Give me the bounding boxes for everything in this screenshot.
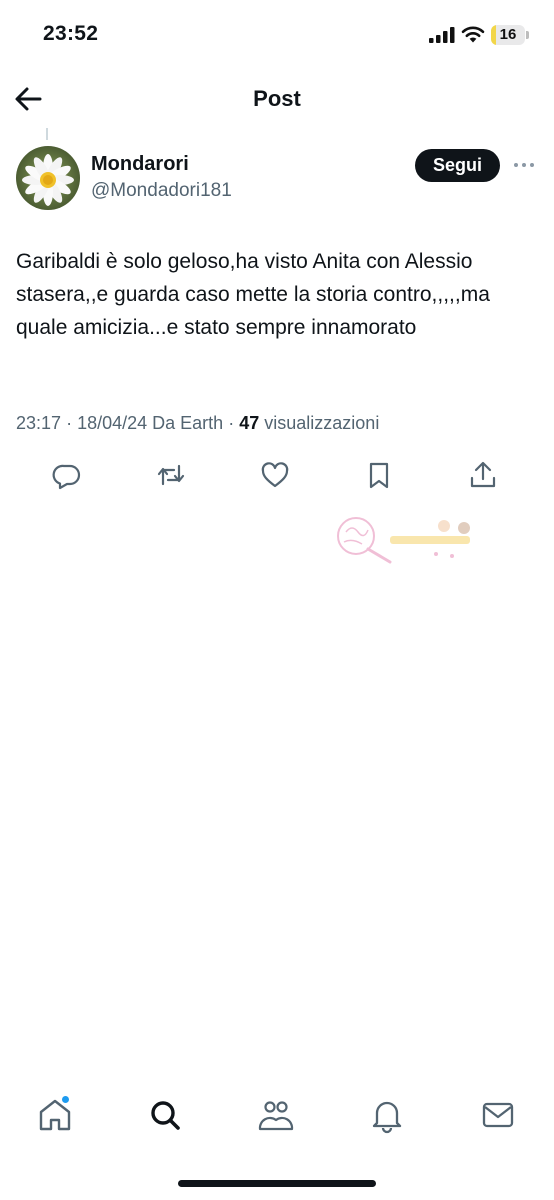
tab-communities[interactable] (256, 1095, 296, 1135)
meta-separator: · (66, 413, 78, 433)
avatar[interactable] (16, 146, 80, 210)
repost-button[interactable] (154, 458, 188, 492)
home-badge-dot (61, 1095, 70, 1104)
post-date[interactable]: 18/04/24 (77, 413, 147, 433)
author-name[interactable]: Mondarori (91, 153, 189, 176)
more-dot (522, 163, 526, 167)
wifi-icon (461, 26, 485, 43)
home-indicator[interactable] (178, 1180, 376, 1187)
follow-button[interactable]: Segui (415, 149, 500, 182)
repost-icon (157, 464, 185, 486)
battery-body: 16 (491, 25, 525, 45)
status-bar: 23:52 16 (0, 0, 554, 70)
bottom-tab-bar (0, 1085, 554, 1149)
post-text: Garibaldi è solo geloso,ha visto Anita c… (16, 250, 490, 339)
battery-indicator: 16 (491, 25, 529, 45)
meta-separator: · (228, 413, 240, 433)
tab-messages[interactable] (478, 1095, 518, 1135)
tab-search[interactable] (145, 1095, 185, 1135)
tab-notifications[interactable] (367, 1095, 407, 1135)
watermark-logo (337, 517, 470, 564)
mail-icon (482, 1102, 514, 1128)
post-actions-bar (0, 458, 554, 492)
heart-icon (261, 462, 289, 488)
reply-button[interactable] (50, 458, 84, 492)
more-dot (530, 163, 534, 167)
views-label[interactable]: visualizzazioni (264, 413, 379, 433)
share-icon (470, 461, 496, 488)
more-options-button[interactable] (512, 155, 536, 175)
views-count[interactable]: 47 (239, 413, 259, 433)
battery-cap (526, 31, 529, 39)
tab-home[interactable] (35, 1095, 75, 1135)
page-title: Post (253, 86, 301, 111)
search-icon (151, 1101, 180, 1130)
bell-icon (372, 1101, 402, 1134)
post-source: Da Earth (152, 413, 224, 433)
more-horizontal-icon (514, 163, 518, 167)
daisy-flower-avatar-icon (16, 146, 80, 210)
post-meta: 23:17 · 18/04/24 Da Earth · 47 visualizz… (16, 413, 379, 434)
status-time: 23:52 (43, 22, 99, 45)
bookmark-button[interactable] (362, 458, 396, 492)
top-navigation: Post (0, 70, 554, 128)
author-handle[interactable]: @Mondadori181 (91, 180, 232, 202)
thread-connector-line (46, 128, 48, 140)
like-button[interactable] (258, 458, 292, 492)
bookmark-icon (369, 462, 389, 489)
battery-level: 16 (499, 26, 517, 43)
communities-icon (258, 1101, 294, 1131)
screen: 23:52 16 Post Mondarori @Mondadori181 Se… (0, 0, 554, 1200)
cellular-signal-icon (429, 27, 455, 43)
share-button[interactable] (466, 458, 500, 492)
reply-icon (52, 464, 81, 490)
post-time[interactable]: 23:17 (16, 413, 61, 433)
